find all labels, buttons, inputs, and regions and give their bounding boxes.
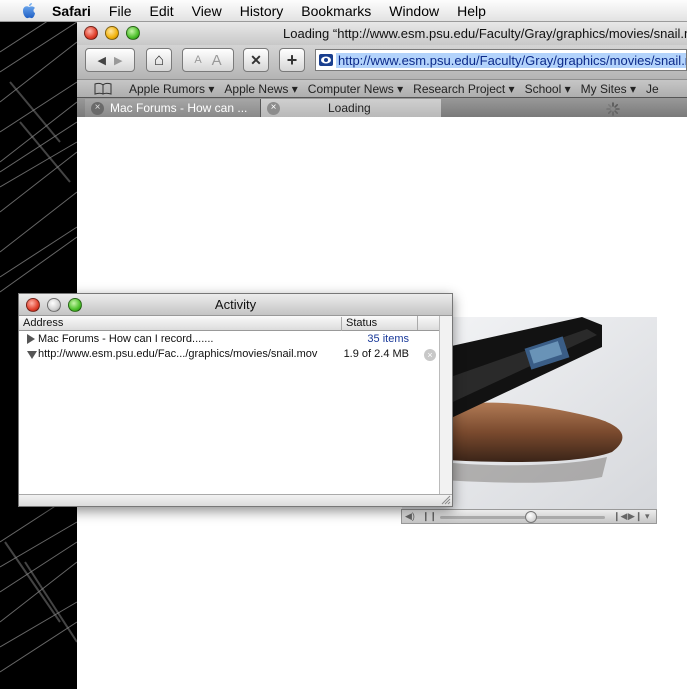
menu-file[interactable]: File	[109, 3, 132, 19]
activity-row-address: Mac Forums - How can I record.......	[38, 333, 214, 345]
forward-button[interactable]: ▶	[114, 54, 122, 67]
column-blank	[417, 316, 439, 330]
home-button[interactable]: ⌂	[146, 48, 172, 72]
step-forward-button[interactable]: ▶❙	[628, 511, 642, 522]
window-title: Loading “http://www.esm.psu.edu/Faculty/…	[283, 26, 687, 41]
text-bigger-button[interactable]: A	[212, 52, 222, 69]
apple-menu-icon[interactable]	[18, 2, 40, 20]
back-forward-control: ◀ ▶	[85, 48, 135, 72]
text-size-control: A A	[182, 48, 234, 72]
back-button[interactable]: ◀	[98, 54, 106, 67]
stop-icon: ✕	[250, 51, 262, 68]
tab-label: Loading	[328, 101, 371, 115]
volume-button[interactable]: ◀)	[405, 511, 415, 522]
close-window-button[interactable]	[84, 26, 98, 40]
tab-bar: × Mac Forums - How can ... × Loading	[77, 97, 687, 117]
play-pause-button[interactable]: ❙❙	[422, 511, 437, 522]
browser-toolbar: ◀ ▶ ⌂ A A ✕ + http://www.esm.psu.edu/Fac…	[77, 45, 687, 79]
bookmark-school[interactable]: School ▾	[525, 82, 571, 96]
bookmark-apple-rumors[interactable]: Apple Rumors ▾	[129, 82, 214, 96]
tab-mac-forums[interactable]: × Mac Forums - How can ...	[85, 99, 261, 117]
tab-close-icon[interactable]: ×	[91, 101, 104, 115]
home-icon: ⌂	[153, 50, 165, 69]
menu-bookmarks[interactable]: Bookmarks	[301, 3, 371, 19]
add-bookmark-button[interactable]: +	[279, 48, 305, 72]
site-favicon-icon	[319, 54, 333, 66]
activity-row-address: http://www.esm.psu.edu/Fac.../graphics/m…	[38, 348, 318, 360]
menu-bar: Safari File Edit View History Bookmarks …	[0, 0, 687, 22]
menu-app[interactable]: Safari	[52, 3, 91, 19]
movie-controller: ◀) ❙❙ ❙◀ ▶❙ ▾	[401, 509, 657, 524]
bookmark-computer-news[interactable]: Computer News ▾	[308, 82, 403, 96]
bookmarks-bar: Apple Rumors ▾ Apple News ▾ Computer New…	[77, 79, 687, 97]
activity-row-snail-mov[interactable]: http://www.esm.psu.edu/Fac.../graphics/m…	[19, 347, 439, 362]
activity-row-status: 1.9 of 2.4 MB	[343, 348, 409, 360]
browser-title-bar[interactable]: Loading “http://www.esm.psu.edu/Faculty/…	[77, 22, 687, 45]
menu-history[interactable]: History	[240, 3, 284, 19]
activity-bottom-bar	[19, 494, 452, 506]
text-smaller-button[interactable]: A	[194, 54, 201, 66]
loading-spinner-icon	[606, 102, 620, 116]
address-url: http://www.esm.psu.edu/Faculty/Gray/grap…	[336, 52, 686, 68]
bookmark-research-project[interactable]: Research Project ▾	[413, 82, 514, 96]
column-address[interactable]: Address	[23, 317, 63, 329]
movie-menu-button[interactable]: ▾	[645, 511, 650, 522]
bookmark-my-sites[interactable]: My Sites ▾	[581, 82, 636, 96]
stop-button[interactable]: ✕	[243, 48, 269, 72]
menu-help[interactable]: Help	[457, 3, 486, 19]
activity-list: Mac Forums - How can I record....... 35 …	[19, 332, 439, 362]
step-back-button[interactable]: ❙◀	[613, 511, 627, 522]
disclosure-triangle-collapsed-icon[interactable]	[27, 334, 35, 344]
menu-edit[interactable]: Edit	[149, 3, 173, 19]
disclosure-triangle-expanded-icon[interactable]	[27, 351, 37, 359]
minimize-window-button[interactable]	[105, 26, 119, 40]
activity-column-header: Address Status	[19, 316, 439, 331]
bookmarks-book-icon[interactable]	[94, 82, 112, 95]
resize-grip-icon[interactable]	[440, 494, 451, 505]
bookmark-apple-news[interactable]: Apple News ▾	[224, 82, 297, 96]
zoom-window-button[interactable]	[126, 26, 140, 40]
movie-progress-track[interactable]	[440, 516, 605, 519]
activity-scrollbar[interactable]	[439, 316, 452, 494]
bookmark-overflow[interactable]: Je	[646, 82, 659, 96]
activity-row-mac-forums[interactable]: Mac Forums - How can I record....... 35 …	[19, 332, 439, 347]
column-status[interactable]: Status	[341, 317, 377, 331]
tab-loading[interactable]: × Loading	[261, 99, 620, 117]
activity-title: Activity	[214, 297, 257, 312]
address-field[interactable]: http://www.esm.psu.edu/Faculty/Gray/grap…	[315, 49, 687, 71]
activity-row-status: 35 items	[367, 333, 409, 345]
activity-title-bar[interactable]: Activity	[19, 294, 452, 316]
tab-close-icon[interactable]: ×	[267, 101, 280, 115]
menu-window[interactable]: Window	[389, 3, 439, 19]
plus-icon: +	[286, 49, 298, 70]
movie-progress-thumb[interactable]	[524, 511, 537, 523]
stop-download-icon[interactable]: ×	[424, 349, 436, 361]
tab-label: Mac Forums - How can ...	[110, 101, 248, 115]
menu-view[interactable]: View	[192, 3, 222, 19]
activity-window: Activity Address Status Mac Forums - How…	[18, 293, 453, 507]
